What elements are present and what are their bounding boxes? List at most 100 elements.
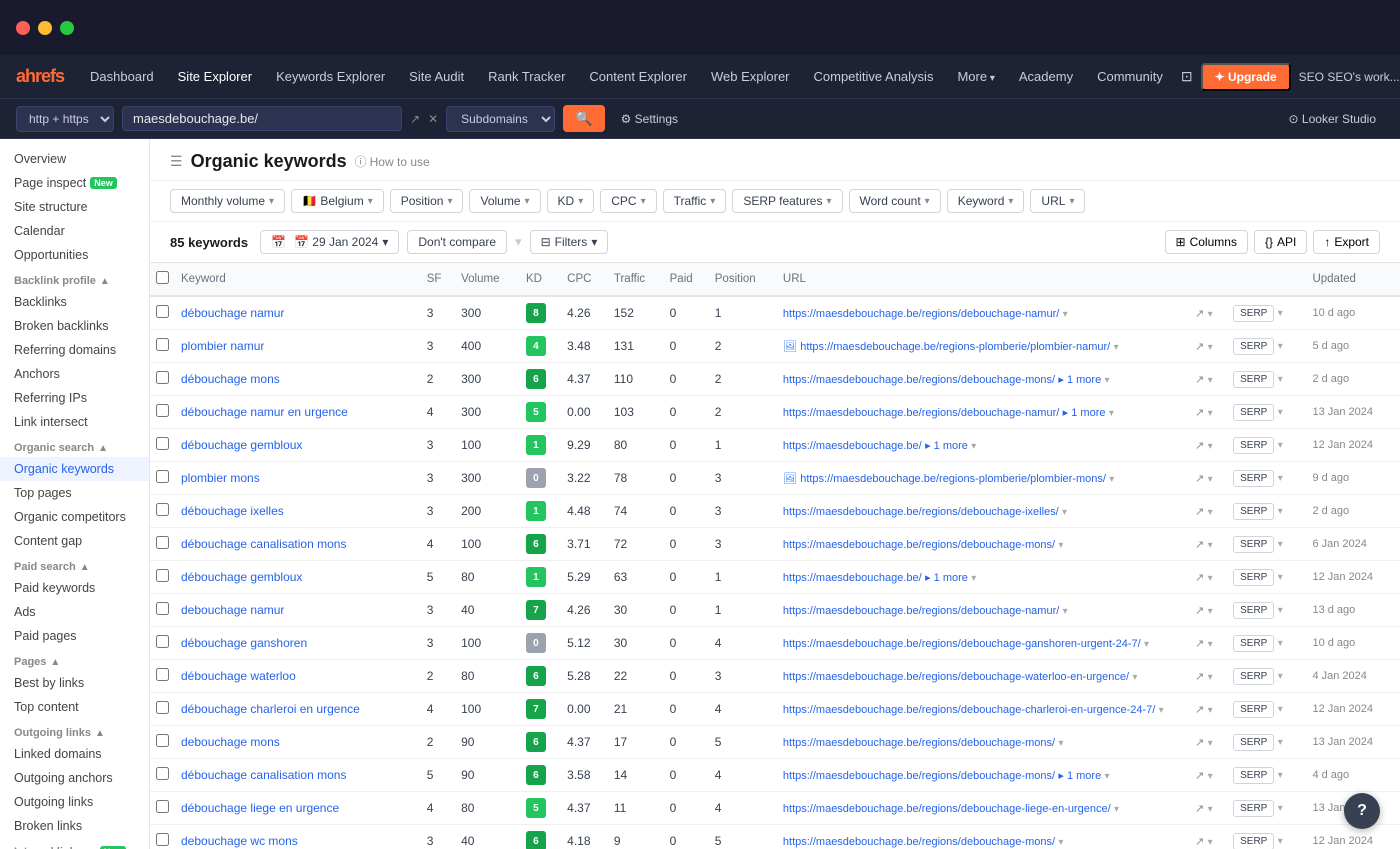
row-checkbox[interactable]: [150, 330, 175, 363]
url-link[interactable]: https://maesdebouchage.be/regions/debouc…: [783, 506, 1059, 518]
serp-button[interactable]: SERP: [1233, 635, 1274, 652]
compare-button[interactable]: Don't compare: [407, 230, 507, 254]
col-header-volume[interactable]: Volume: [455, 263, 520, 296]
serp-button[interactable]: SERP: [1233, 404, 1274, 421]
trend-dropdown-icon[interactable]: ▾: [1208, 540, 1213, 551]
trend-dropdown-icon[interactable]: ▾: [1208, 672, 1213, 683]
filter-country[interactable]: 🇧🇪 Belgium ▾: [291, 189, 384, 213]
sidebar-item-outgoing-anchors[interactable]: Outgoing anchors: [0, 766, 149, 790]
serp-dropdown-icon[interactable]: ▾: [1278, 671, 1283, 682]
row-checkbox[interactable]: [150, 693, 175, 726]
filter-monthly-volume[interactable]: Monthly volume ▾: [170, 189, 285, 213]
serp-button[interactable]: SERP: [1233, 602, 1274, 619]
col-header-checkbox[interactable]: [150, 263, 175, 296]
filter-volume[interactable]: Volume ▾: [469, 189, 540, 213]
col-header-traffic[interactable]: Traffic: [608, 263, 664, 296]
trend-dropdown-icon[interactable]: ▾: [1208, 573, 1213, 584]
keyword-link[interactable]: plombier namur: [181, 339, 264, 353]
serp-dropdown-icon[interactable]: ▾: [1278, 341, 1283, 352]
serp-dropdown-icon[interactable]: ▾: [1278, 605, 1283, 616]
sidebar-item-opportunities[interactable]: Opportunities: [0, 243, 149, 267]
close-button[interactable]: [16, 21, 30, 35]
filter-position[interactable]: Position ▾: [390, 189, 464, 213]
keyword-link[interactable]: débouchage ganshoren: [181, 636, 307, 650]
keyword-link[interactable]: debouchage mons: [181, 735, 280, 749]
url-link[interactable]: https://maesdebouchage.be/regions/debouc…: [783, 704, 1155, 716]
row-checkbox[interactable]: [150, 660, 175, 693]
keyword-link[interactable]: débouchage gembloux: [181, 570, 302, 584]
nav-community[interactable]: Community: [1087, 63, 1173, 90]
url-dropdown-icon[interactable]: ▾: [1114, 342, 1119, 353]
nav-site-audit[interactable]: Site Audit: [399, 63, 474, 90]
ahrefs-logo[interactable]: ahrefs: [16, 66, 64, 87]
row-checkbox[interactable]: [150, 462, 175, 495]
nav-rank-tracker[interactable]: Rank Tracker: [478, 63, 575, 90]
col-header-url[interactable]: URL: [777, 263, 1189, 296]
keyword-link[interactable]: débouchage liege en urgence: [181, 801, 339, 815]
url-link[interactable]: https://maesdebouchage.be/regions/debouc…: [783, 770, 1055, 782]
more-link[interactable]: ▸ 1 more: [1063, 407, 1106, 419]
trend-dropdown-icon[interactable]: ▾: [1208, 441, 1213, 452]
row-checkbox[interactable]: [150, 429, 175, 462]
serp-dropdown-icon[interactable]: ▾: [1278, 440, 1283, 451]
row-checkbox[interactable]: [150, 726, 175, 759]
sidebar-item-broken-links[interactable]: Broken links: [0, 814, 149, 838]
col-header-kd[interactable]: KD: [520, 263, 561, 296]
col-header-paid[interactable]: Paid: [664, 263, 709, 296]
trend-dropdown-icon[interactable]: ▾: [1208, 474, 1213, 485]
serp-dropdown-icon[interactable]: ▾: [1278, 770, 1283, 781]
keyword-link[interactable]: debouchage wc mons: [181, 834, 298, 848]
workspace-label[interactable]: SEO SEO's work...: [1299, 70, 1400, 84]
keyword-link[interactable]: débouchage mons: [181, 372, 280, 386]
url-link[interactable]: https://maesdebouchage.be/regions/debouc…: [783, 671, 1129, 683]
url-link[interactable]: https://maesdebouchage.be/regions/debouc…: [783, 737, 1055, 749]
sidebar-section-paid-search[interactable]: Paid search ▲: [0, 553, 149, 576]
row-checkbox[interactable]: [150, 627, 175, 660]
url-link[interactable]: https://maesdebouchage.be/regions/debouc…: [783, 407, 1059, 419]
url-link[interactable]: https://maesdebouchage.be/: [783, 440, 922, 452]
protocol-select[interactable]: http + https: [16, 106, 114, 132]
row-checkbox[interactable]: [150, 594, 175, 627]
url-dropdown-icon[interactable]: ▾: [1062, 507, 1067, 518]
url-dropdown-icon[interactable]: ▾: [1144, 639, 1149, 650]
url-dropdown-icon[interactable]: ▾: [1114, 804, 1119, 815]
serp-button[interactable]: SERP: [1233, 734, 1274, 751]
row-checkbox[interactable]: [150, 396, 175, 429]
nav-academy[interactable]: Academy: [1009, 63, 1083, 90]
keyword-link[interactable]: débouchage canalisation mons: [181, 537, 346, 551]
col-header-cpc[interactable]: CPC: [561, 263, 608, 296]
more-link[interactable]: ▸ 1 more: [925, 572, 968, 584]
url-link[interactable]: https://maesdebouchage.be/regions/debouc…: [783, 605, 1059, 617]
sidebar-section-internal-links[interactable]: Internal links ▲ New: [0, 838, 149, 849]
serp-button[interactable]: SERP: [1233, 701, 1274, 718]
keyword-link[interactable]: débouchage namur: [181, 306, 284, 320]
sidebar-item-page-inspect[interactable]: Page inspect New: [0, 171, 149, 195]
keyword-link[interactable]: débouchage charleroi en urgence: [181, 702, 360, 716]
search-button[interactable]: 🔍: [563, 105, 604, 132]
nav-content-explorer[interactable]: Content Explorer: [579, 63, 697, 90]
sidebar-item-organic-keywords[interactable]: Organic keywords: [0, 457, 149, 481]
minimize-button[interactable]: [38, 21, 52, 35]
keyword-link[interactable]: débouchage ixelles: [181, 504, 284, 518]
serp-button[interactable]: SERP: [1233, 668, 1274, 685]
url-dropdown-icon[interactable]: ▾: [1058, 738, 1063, 749]
date-picker-button[interactable]: 📅 📅 29 Jan 2024 ▾: [260, 230, 399, 254]
filter-cpc[interactable]: CPC ▾: [600, 189, 656, 213]
serp-dropdown-icon[interactable]: ▾: [1278, 803, 1283, 814]
trend-dropdown-icon[interactable]: ▾: [1208, 408, 1213, 419]
serp-button[interactable]: SERP: [1233, 437, 1274, 454]
more-link[interactable]: ▸ 1 more: [1058, 374, 1101, 386]
sidebar-item-referring-ips[interactable]: Referring IPs: [0, 386, 149, 410]
select-all-checkbox[interactable]: [156, 271, 169, 284]
serp-button[interactable]: SERP: [1233, 767, 1274, 784]
trend-dropdown-icon[interactable]: ▾: [1208, 507, 1213, 518]
serp-button[interactable]: SERP: [1233, 536, 1274, 553]
url-dropdown-icon[interactable]: ▾: [1109, 474, 1114, 485]
url-dropdown-icon[interactable]: ▾: [971, 573, 976, 584]
how-to-link[interactable]: ⓘ How to use: [355, 153, 430, 170]
sidebar-item-paid-pages[interactable]: Paid pages: [0, 624, 149, 648]
col-header-keyword[interactable]: Keyword: [175, 263, 421, 296]
serp-button[interactable]: SERP: [1233, 503, 1274, 520]
nav-keywords-explorer[interactable]: Keywords Explorer: [266, 63, 395, 90]
url-dropdown-icon[interactable]: ▾: [1063, 309, 1068, 320]
